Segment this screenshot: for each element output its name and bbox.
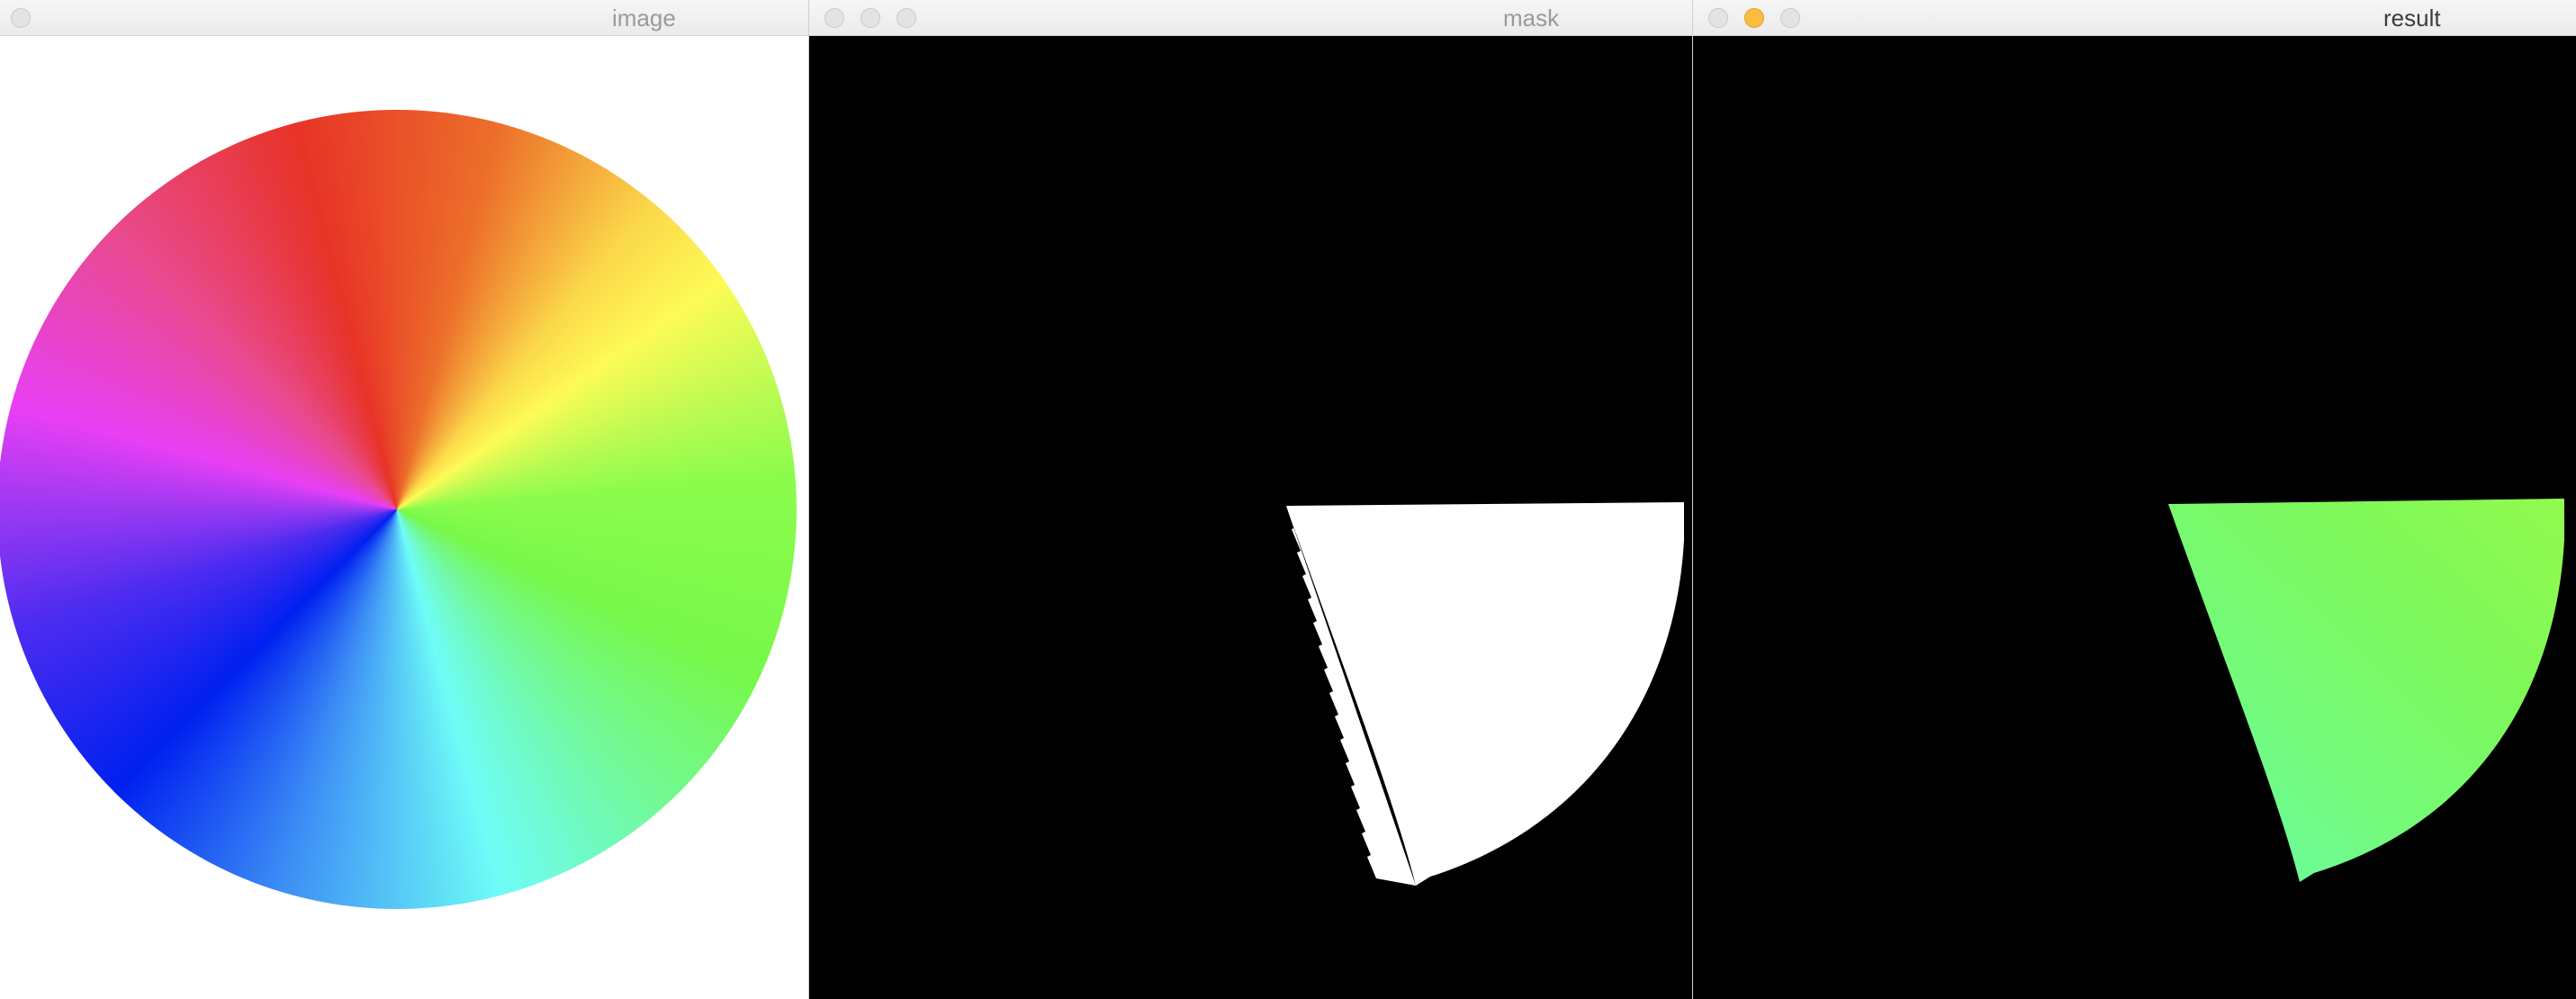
image-window-titlebar[interactable]: image — [0, 0, 808, 36]
result-window-titlebar[interactable]: result — [1693, 0, 2576, 36]
color-wheel — [0, 110, 797, 909]
result-window-title: result — [2383, 4, 2441, 32]
close-button[interactable] — [1708, 8, 1728, 28]
zoom-button[interactable] — [896, 8, 916, 28]
minimize-button[interactable] — [860, 8, 880, 28]
result-wedge-shape — [2168, 499, 2564, 882]
mask-window-title: mask — [1503, 4, 1560, 32]
mask-wedge-shape — [1286, 502, 1684, 886]
mask-canvas — [809, 36, 1692, 999]
close-button[interactable] — [11, 8, 31, 28]
close-button[interactable] — [824, 8, 844, 28]
zoom-button[interactable] — [1780, 8, 1800, 28]
image-canvas — [0, 36, 808, 999]
minimize-button[interactable] — [1744, 8, 1764, 28]
mask-window-titlebar[interactable]: mask — [809, 0, 1692, 36]
image-window-title: image — [612, 4, 676, 32]
image-window: image — [0, 0, 808, 999]
result-canvas — [1693, 36, 2576, 999]
result-window: result — [1692, 0, 2576, 999]
mask-window: mask — [808, 0, 1692, 999]
